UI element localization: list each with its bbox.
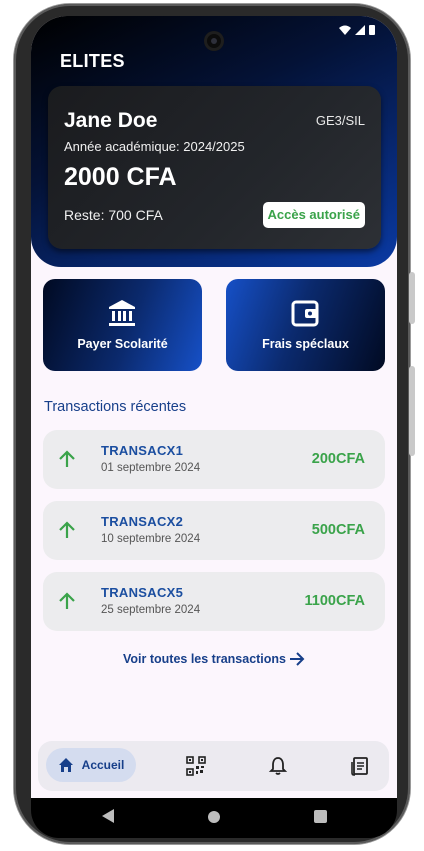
nav-home[interactable]: Accueil (46, 748, 136, 782)
academic-year: Année académique: 2024/2025 (64, 139, 245, 154)
recent-transactions-title: Transactions récentes (44, 399, 187, 415)
transaction-date: 25 septembre 2024 (101, 604, 201, 616)
home-circle-icon[interactable] (207, 810, 221, 824)
bottom-navigation: Accueil (38, 741, 389, 791)
bell-icon[interactable] (268, 756, 288, 776)
qr-code-icon[interactable] (186, 756, 206, 776)
see-all-transactions-link[interactable]: Voir toutes les transactions (123, 652, 305, 666)
transaction-date: 10 septembre 2024 (101, 533, 201, 545)
transaction-name: TRANSACX5 (101, 585, 184, 600)
battery-icon (369, 25, 375, 35)
transaction-item[interactable]: TRANSACX1 01 septembre 2024 200CFA (43, 430, 385, 489)
volume-button (409, 366, 415, 456)
arrow-up-icon (59, 592, 75, 609)
screen: ELITES Jane Doe GE3/SIL Année académique… (31, 16, 397, 798)
transaction-item[interactable]: TRANSACX5 25 septembre 2024 1100CFA (43, 572, 385, 631)
transaction-item[interactable]: TRANSACX2 10 septembre 2024 500CFA (43, 501, 385, 560)
app-title: ELITES (60, 51, 125, 71)
back-icon[interactable] (101, 808, 115, 824)
transaction-date: 01 septembre 2024 (101, 462, 201, 474)
recents-icon[interactable] (314, 810, 327, 823)
receipt-icon[interactable] (350, 756, 370, 776)
paid-amount: 2000 CFA (64, 163, 177, 191)
arrow-right-icon (290, 652, 305, 666)
transaction-amount: 1100CFA (304, 593, 365, 609)
pay-tuition-label: Payer Scolarité (77, 337, 168, 351)
transaction-name: TRANSACX1 (101, 443, 184, 458)
arrow-up-icon (59, 450, 75, 467)
arrow-up-icon (59, 521, 75, 538)
bank-icon (109, 300, 135, 326)
student-card: Jane Doe GE3/SIL Année académique: 2024/… (48, 86, 381, 249)
access-status-badge: Accès autorisé (262, 202, 365, 228)
system-navigation-bar (31, 798, 397, 838)
signal-icon (355, 24, 365, 35)
transaction-amount: 500CFA (311, 522, 365, 538)
special-fees-button[interactable]: Frais spéclaux (226, 279, 385, 371)
remaining-amount: Reste: 700 CFA (64, 207, 163, 223)
see-all-label: Voir toutes les transactions (123, 652, 287, 666)
home-icon (58, 758, 73, 772)
nav-home-label: Accueil (81, 758, 125, 772)
wifi-icon (339, 25, 351, 35)
student-name: Jane Doe (64, 109, 158, 132)
transaction-amount: 200CFA (311, 451, 365, 467)
special-fees-label: Frais spéclaux (262, 337, 349, 351)
pay-tuition-button[interactable]: Payer Scolarité (43, 279, 202, 371)
student-class: GE3/SIL (315, 113, 365, 128)
front-camera (204, 31, 224, 51)
transaction-name: TRANSACX2 (101, 514, 184, 529)
wallet-icon (291, 300, 319, 327)
power-button (409, 272, 415, 324)
